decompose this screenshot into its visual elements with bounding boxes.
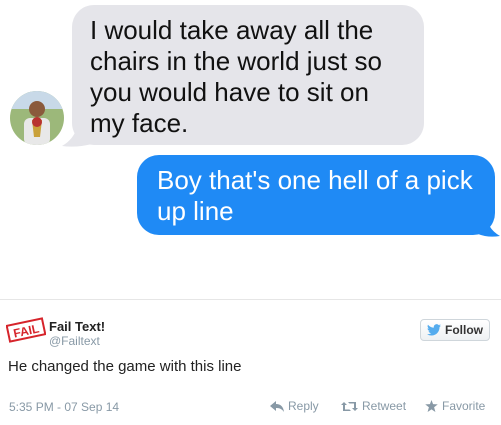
incoming-message-text: I would take away all the chairs in the … [90, 15, 382, 138]
message-thread: I would take away all the chairs in the … [0, 0, 501, 300]
tweet-timestamp[interactable]: 5:35 PM - 07 Sep 14 [9, 400, 119, 414]
reply-icon [270, 400, 284, 412]
outgoing-message-bubble: Boy that's one hell of a pick up line [137, 155, 495, 235]
retweet-icon [341, 401, 358, 411]
star-icon [425, 400, 438, 412]
retweet-action[interactable]: Retweet [341, 399, 406, 413]
avatar [10, 91, 64, 145]
tweet-text: He changed the game with this line [8, 358, 242, 375]
reply-label: Reply [288, 399, 319, 413]
retweet-label: Retweet [362, 399, 407, 413]
fail-logo-icon: FAIL [6, 317, 46, 343]
user-handle[interactable]: @Failtext [49, 334, 100, 348]
favorite-label: Favorite [442, 399, 486, 413]
tweet-card: FAIL Fail Text! @Failtext Follow He chan… [0, 300, 501, 425]
twitter-bird-icon [427, 324, 441, 336]
display-name[interactable]: Fail Text! [49, 319, 105, 334]
incoming-message-bubble: I would take away all the chairs in the … [72, 5, 424, 145]
reply-action[interactable]: Reply [270, 399, 319, 413]
follow-button[interactable]: Follow [420, 319, 490, 341]
favorite-action[interactable]: Favorite [425, 399, 485, 413]
follow-button-label: Follow [445, 323, 483, 337]
outgoing-message-text: Boy that's one hell of a pick up line [157, 165, 473, 226]
